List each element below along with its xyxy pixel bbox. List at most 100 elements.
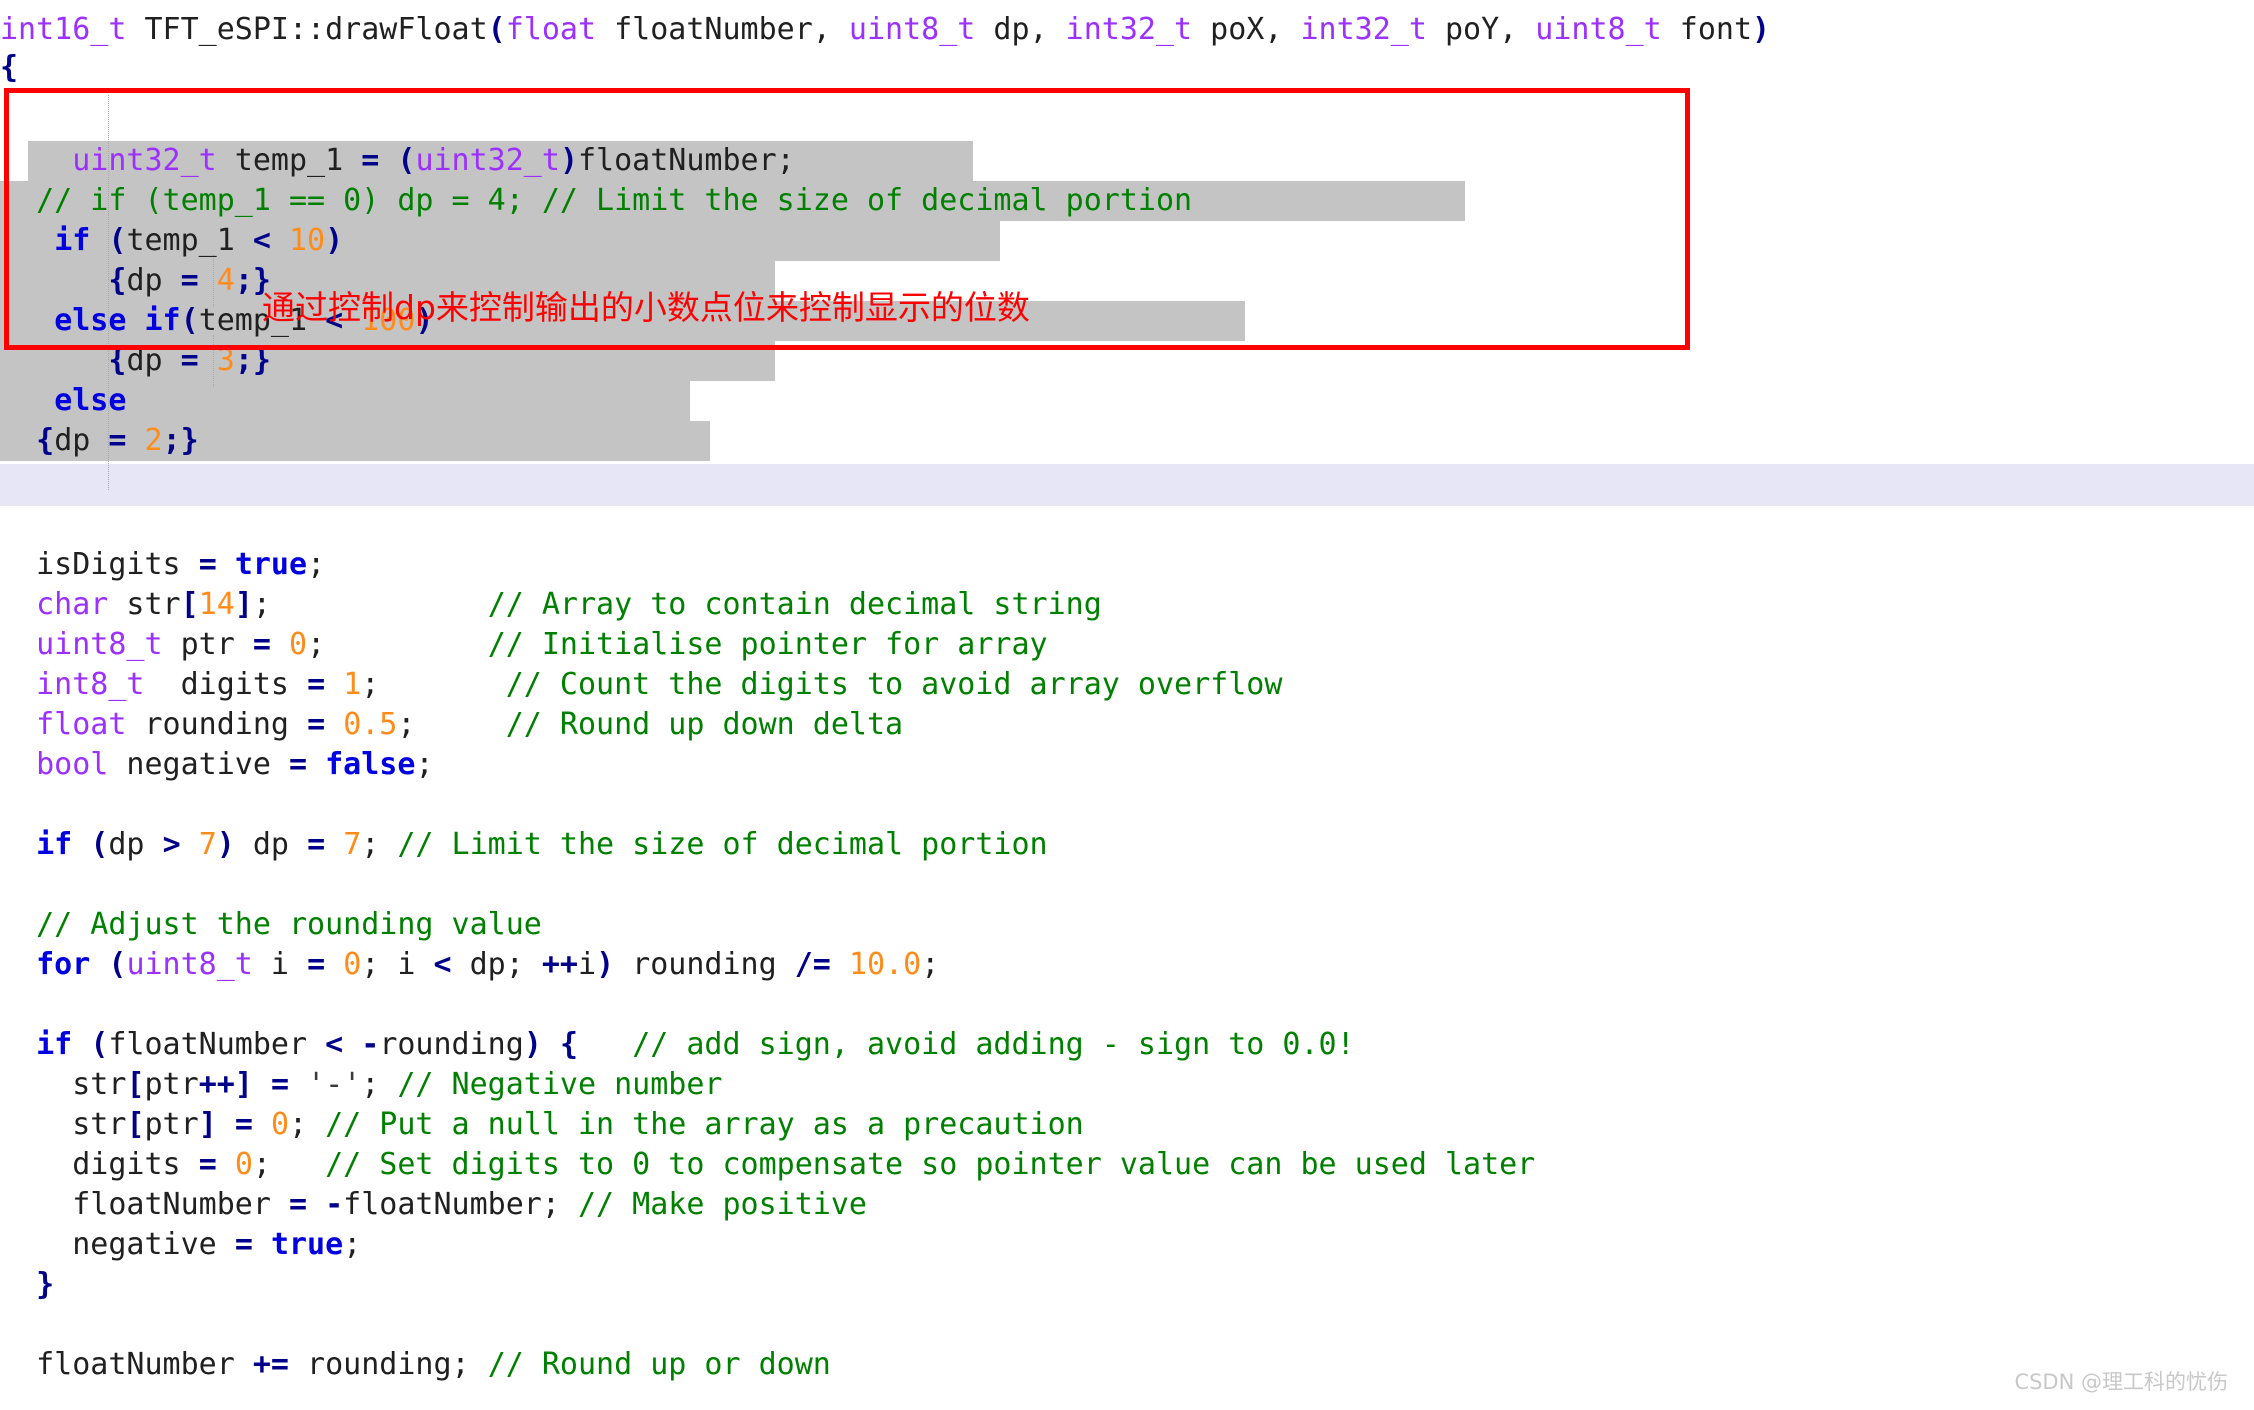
- code-token: rounding: [614, 947, 795, 982]
- code-line[interactable]: if (temp_1 < 10): [0, 221, 2254, 261]
- code-token: int32_t: [1300, 12, 1427, 47]
- code-token: (: [90, 1027, 109, 1062]
- code-token: dp,: [975, 12, 1066, 47]
- code-token: // Limit the size of decimal portion: [397, 827, 1048, 862]
- code-token: i: [252, 947, 308, 982]
- code-token: str: [108, 587, 181, 622]
- code-token: (: [180, 303, 199, 338]
- code-line[interactable]: int16_t TFT_eSPI::drawFloat(float floatN…: [0, 10, 2254, 50]
- code-token: uint8_t: [0, 627, 163, 662]
- code-line[interactable]: char str[14]; // Array to contain decima…: [0, 585, 2254, 625]
- code-line[interactable]: {dp = 2;}: [0, 421, 2254, 461]
- code-line[interactable]: }: [0, 1265, 2254, 1305]
- code-token: '-': [307, 1067, 362, 1102]
- code-line[interactable]: int8_t digits = 1; // Count the digits t…: [0, 665, 2254, 705]
- code-token: dp: [234, 827, 308, 862]
- code-line[interactable]: for (uint8_t i = 0; i < dp; ++i) roundin…: [0, 945, 2254, 985]
- code-token: uint32_t: [415, 143, 560, 178]
- code-token: =: [361, 143, 380, 178]
- code-token: dp: [54, 423, 109, 458]
- code-token: ): [523, 1027, 542, 1062]
- code-token: =: [307, 947, 326, 982]
- code-line[interactable]: // Adjust the rounding value: [0, 905, 2254, 945]
- code-token: ptr: [144, 1067, 199, 1102]
- code-line[interactable]: else: [0, 381, 2254, 421]
- code-line-text: isDigits = true;: [0, 547, 325, 582]
- code-line[interactable]: if (dp > 7) dp = 7; // Limit the size of…: [0, 825, 2254, 865]
- code-token: floatNumber;: [343, 1187, 578, 1222]
- code-token: dp: [126, 343, 181, 378]
- code-token: floatNumber: [0, 1187, 289, 1222]
- code-line[interactable]: uint8_t ptr = 0; // Initialise pointer f…: [0, 625, 2254, 665]
- code-line-text: if (dp > 7) dp = 7; // Limit the size of…: [0, 827, 1048, 862]
- code-line[interactable]: str[ptr++] = '-'; // Negative number: [0, 1065, 2254, 1105]
- code-line-text: uint8_t ptr = 0; // Initialise pointer f…: [0, 627, 1048, 662]
- code-line[interactable]: float rounding = 0.5; // Round up down d…: [0, 705, 2254, 745]
- code-token: uint32_t: [72, 143, 217, 178]
- code-token: 7: [343, 827, 362, 862]
- code-token: ;: [397, 707, 506, 742]
- code-line[interactable]: {dp = 3;}: [0, 341, 2254, 381]
- code-token: float: [0, 707, 127, 742]
- code-line[interactable]: floatNumber = -floatNumber; // Make posi…: [0, 1185, 2254, 1225]
- code-line-text: // Adjust the rounding value: [0, 907, 542, 942]
- chinese-annotation-label: 通过控制dp来控制输出的小数点位来控制显示的位数: [262, 288, 1030, 327]
- code-token: =: [108, 423, 127, 458]
- code-token: temp_1: [126, 223, 253, 258]
- code-line[interactable]: bool negative = false;: [0, 745, 2254, 785]
- code-token: {: [108, 263, 127, 298]
- code-line-text: float rounding = 0.5; // Round up down d…: [0, 707, 903, 742]
- code-token: ]: [234, 587, 253, 622]
- code-token: ;: [361, 1067, 398, 1102]
- current-line-highlight: [0, 464, 2254, 506]
- code-token: =: [289, 747, 308, 782]
- code-token: // Put a null in the array as a precauti…: [325, 1107, 1084, 1142]
- code-token: if: [54, 223, 91, 258]
- code-token: 0: [234, 1147, 253, 1182]
- code-token: {: [108, 343, 127, 378]
- code-line[interactable]: if (floatNumber < -rounding) { // add si…: [0, 1025, 2254, 1065]
- code-line[interactable]: // if (temp_1 == 0) dp = 4; // Limit the…: [0, 181, 2254, 221]
- code-token: // add sign, avoid adding - sign to 0.0!: [632, 1027, 1355, 1062]
- code-line[interactable]: digits = 0; // Set digits to 0 to compen…: [0, 1145, 2254, 1185]
- code-token: {: [36, 423, 55, 458]
- code-token: if: [36, 827, 73, 862]
- code-line[interactable]: isDigits = true;: [0, 545, 2254, 585]
- code-token: isDigits: [0, 547, 199, 582]
- code-token: 10: [289, 223, 326, 258]
- code-token: =: [252, 627, 271, 662]
- code-line[interactable]: uint32_t temp_1 = (uint32_t)floatNumber;: [0, 141, 2254, 181]
- code-token: floatNumber,: [596, 12, 849, 47]
- code-token: ): [559, 143, 578, 178]
- code-line-text: {dp = 2;}: [0, 423, 199, 458]
- code-token: +=: [252, 1347, 289, 1382]
- code-token: <: [252, 223, 271, 258]
- code-token: // Negative number: [397, 1067, 723, 1102]
- code-token: // Adjust the rounding value: [0, 907, 542, 942]
- code-token: 0: [270, 1107, 289, 1142]
- code-editor-surface[interactable]: int16_t TFT_eSPI::drawFloat(float floatN…: [0, 0, 2254, 1410]
- code-token: (: [108, 223, 127, 258]
- code-line[interactable]: {: [0, 48, 2254, 88]
- code-token: ;: [307, 547, 326, 582]
- code-line[interactable]: str[ptr] = 0; // Put a null in the array…: [0, 1105, 2254, 1145]
- code-token: for: [36, 947, 91, 982]
- code-token: <: [325, 1027, 344, 1062]
- code-line[interactable]: floatNumber += rounding; // Round up or …: [0, 1345, 2254, 1385]
- code-token: true: [234, 547, 308, 582]
- code-line[interactable]: negative = true;: [0, 1225, 2254, 1265]
- code-token: dp: [126, 263, 181, 298]
- code-token: 3: [216, 343, 235, 378]
